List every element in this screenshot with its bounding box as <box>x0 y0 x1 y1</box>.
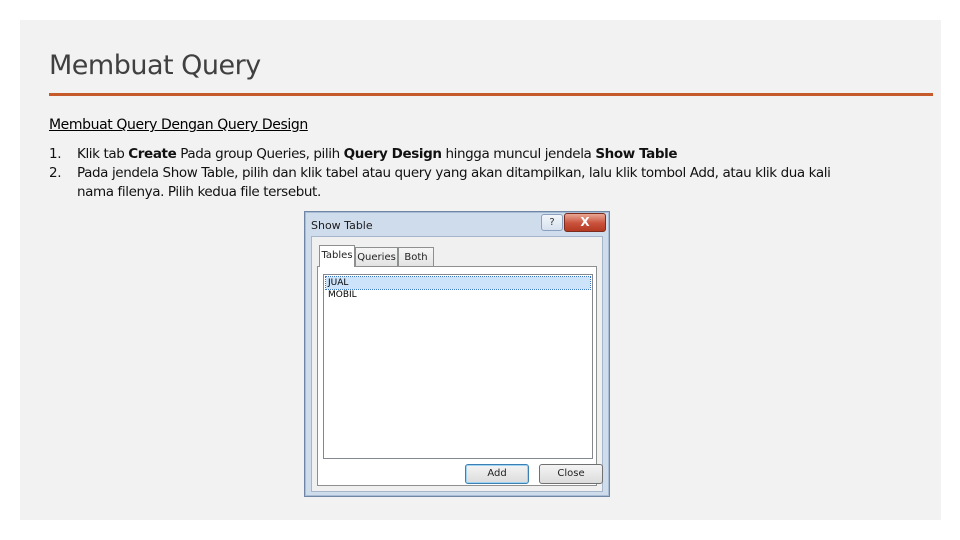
step-item: 2. Pada jendela Show Table, pilih dan kl… <box>49 164 849 202</box>
steps-list: 1. Klik tab Create Pada group Queries, p… <box>49 145 849 202</box>
step-number: 1. <box>49 146 62 162</box>
step-text-bold: Create <box>128 146 177 162</box>
step-number: 2. <box>49 165 62 181</box>
table-listbox[interactable]: JUAL MOBIL <box>323 274 593 459</box>
step-text: Pada jendela Show Table, pilih dan klik … <box>77 165 831 200</box>
tab-both[interactable]: Both <box>398 247 434 266</box>
tab-queries[interactable]: Queries <box>355 247 398 266</box>
close-button[interactable]: Close <box>539 464 603 484</box>
tab-tables[interactable]: Tables <box>319 245 355 267</box>
help-icon[interactable]: ? <box>541 214 563 231</box>
slide-title: Membuat Query <box>49 50 261 81</box>
add-button[interactable]: Add <box>465 464 529 484</box>
list-item-jual[interactable]: JUAL <box>325 276 591 290</box>
slide: Membuat Query Membuat Query Dengan Query… <box>20 20 941 520</box>
dialog-title: Show Table <box>311 219 373 232</box>
dialog-body: Tables Queries Both JUAL MOBIL Add Close <box>311 236 603 492</box>
step-text-part: Klik tab <box>77 146 129 162</box>
step-text-bold: Show Table <box>595 146 678 162</box>
step-item: 1. Klik tab Create Pada group Queries, p… <box>49 145 849 164</box>
section-subheading: Membuat Query Dengan Query Design <box>49 117 308 133</box>
close-icon[interactable]: X <box>564 213 606 232</box>
step-text-part: hingga muncul jendela <box>441 146 596 162</box>
step-text: Klik tab Create Pada group Queries, pili… <box>77 145 849 164</box>
step-text-part: Pada group Queries, pilih <box>176 146 344 162</box>
show-table-dialog: Show Table ? X Tables Queries Both JUAL … <box>304 211 610 497</box>
list-item-mobil[interactable]: MOBIL <box>326 289 590 301</box>
step-text-bold: Query Design <box>343 146 442 162</box>
title-divider <box>49 93 933 96</box>
tab-panel: JUAL MOBIL Add Close <box>317 266 603 486</box>
